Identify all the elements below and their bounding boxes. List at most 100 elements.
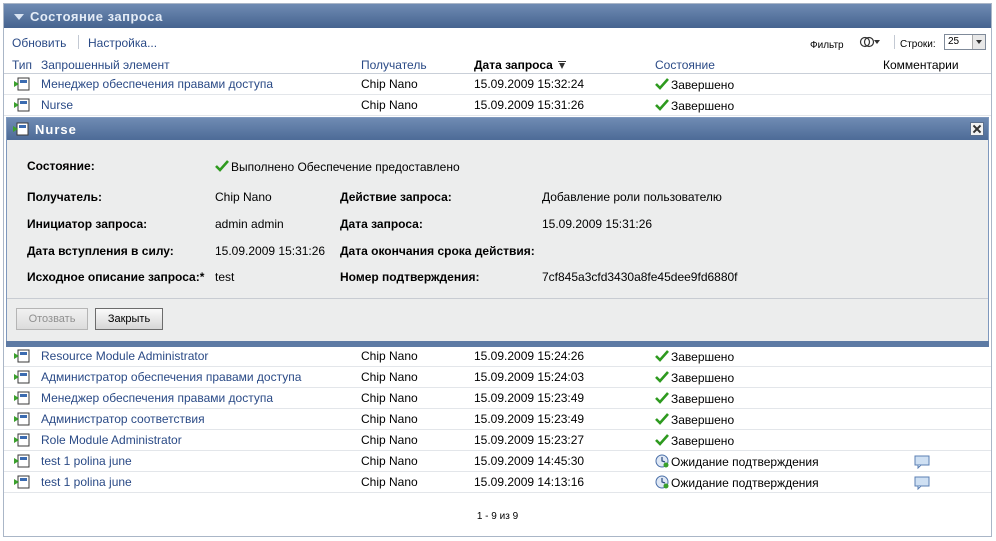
request-date-cell: 15.09.2009 15:23:49: [474, 412, 585, 426]
detail-description-label: Исходное описание запроса:*: [27, 270, 205, 284]
requested-item-link[interactable]: test 1 polina june: [41, 454, 132, 468]
detail-date-value: 15.09.2009 15:31:26: [542, 217, 653, 231]
request-status-panel: Состояние запроса Обновить Настройка... …: [3, 3, 992, 537]
check-icon: [655, 78, 669, 90]
refresh-link[interactable]: Обновить: [12, 36, 66, 50]
requested-item-link[interactable]: Менеджер обеспечения правами доступа: [41, 77, 273, 91]
request-date-cell: 15.09.2009 15:23:49: [474, 391, 585, 405]
status-text: Завершено: [671, 392, 735, 406]
recipient-cell: Chip Nano: [361, 370, 418, 384]
request-date-cell: 15.09.2009 14:45:30: [474, 454, 585, 468]
status-cell: Завершено: [655, 412, 734, 427]
comment-icon[interactable]: [914, 455, 930, 469]
status-cell: Завершено: [655, 370, 734, 385]
table-row: Администратор обеспечения правами доступ…: [4, 367, 991, 388]
recipient-cell: Chip Nano: [361, 349, 418, 363]
rows-label: Строки:: [900, 39, 936, 50]
detail-effective-value: 15.09.2009 15:31:26: [215, 244, 326, 258]
toolbar-divider: [894, 35, 895, 49]
requested-item-link[interactable]: Менеджер обеспечения правами доступа: [41, 391, 273, 405]
clock-icon: [655, 475, 669, 489]
close-icon[interactable]: [970, 122, 984, 136]
filter-icon[interactable]: [859, 35, 881, 49]
filter-label[interactable]: Фильтр: [810, 40, 844, 51]
close-button[interactable]: Закрыть: [95, 308, 163, 330]
detail-title: Nurse: [35, 121, 77, 137]
requested-item-link[interactable]: Nurse: [41, 98, 73, 112]
col-request-date[interactable]: Дата запроса: [474, 58, 566, 72]
settings-link[interactable]: Настройка...: [88, 36, 157, 50]
status-text: Ожидание подтверждения: [671, 455, 819, 469]
recipient-cell: Chip Nano: [361, 98, 418, 112]
request-date-cell: 15.09.2009 15:24:26: [474, 349, 585, 363]
check-icon: [655, 413, 669, 425]
request-date-cell: 15.09.2009 15:32:24: [474, 77, 585, 91]
request-date-cell: 15.09.2009 15:31:26: [474, 98, 585, 112]
panel-title: Состояние запроса: [30, 8, 163, 24]
requested-item-link[interactable]: Администратор соответствия: [41, 412, 205, 426]
col-comments: Комментарии: [883, 58, 959, 72]
requested-item-link[interactable]: Resource Module Administrator: [41, 349, 208, 363]
col-type[interactable]: Тип: [12, 58, 32, 72]
request-type-icon: [14, 433, 30, 447]
col-requested-item[interactable]: Запрошенный элемент: [41, 58, 170, 72]
request-date-cell: 15.09.2009 15:24:03: [474, 370, 585, 384]
status-text: Завершено: [671, 78, 735, 92]
check-icon: [655, 371, 669, 383]
pager: 1 - 9 из 9: [476, 511, 519, 522]
status-text: Завершено: [671, 99, 735, 113]
status-text: Завершено: [671, 434, 735, 448]
detail-initiator-label: Инициатор запроса:: [27, 217, 148, 231]
detail-status-value: Выполнено Обеспечение предоставлено: [215, 159, 460, 174]
table-row: Resource Module Administrator Chip Nano 15…: [4, 346, 991, 367]
status-cell: Завершено: [655, 349, 734, 364]
col-recipient[interactable]: Получатель: [361, 58, 427, 72]
request-detail-panel: Nurse Состояние: Выполнено Обеспечение п…: [6, 117, 989, 345]
requested-item-link[interactable]: Администратор обеспечения правами доступ…: [41, 370, 301, 384]
detail-confirmation-label: Номер подтверждения:: [340, 270, 480, 284]
col-request-date-label: Дата запроса: [474, 58, 553, 72]
check-icon: [655, 392, 669, 404]
requested-item-link[interactable]: Role Module Administrator: [41, 433, 182, 447]
detail-status-text: Выполнено Обеспечение предоставлено: [231, 160, 460, 174]
requested-item-link[interactable]: test 1 polina june: [41, 475, 132, 489]
status-cell: Ожидание подтверждения: [655, 475, 819, 490]
detail-recipient-value: Chip Nano: [215, 190, 272, 204]
request-type-icon: [14, 412, 30, 426]
recipient-cell: Chip Nano: [361, 454, 418, 468]
request-type-icon: [14, 454, 30, 468]
check-icon: [655, 350, 669, 362]
chevron-down-icon[interactable]: [972, 35, 985, 49]
recipient-cell: Chip Nano: [361, 391, 418, 405]
table-header: Тип Запрошенный элемент Получатель Дата …: [4, 56, 991, 74]
request-type-icon: [14, 370, 30, 384]
collapse-triangle-icon[interactable]: [14, 13, 24, 20]
detail-initiator-value: admin admin: [215, 217, 284, 231]
status-text: Завершено: [671, 371, 735, 385]
retract-button[interactable]: Отозвать: [16, 308, 88, 330]
request-date-cell: 15.09.2009 14:13:16: [474, 475, 585, 489]
toolbar: Обновить Настройка... Фильтр Строки: 25: [4, 30, 991, 54]
table-row: Role Module Administrator Chip Nano 15.09.…: [4, 430, 991, 451]
table-row: Nurse Chip Nano 15.09.2009 15:31:26 Заверше…: [4, 95, 991, 116]
status-cell: Завершено: [655, 391, 734, 406]
detail-effective-label: Дата вступления в силу:: [27, 244, 174, 258]
sort-descending-icon[interactable]: [557, 60, 566, 71]
request-type-icon: [14, 98, 30, 112]
col-status[interactable]: Состояние: [655, 58, 715, 72]
panel-header[interactable]: Состояние запроса: [4, 4, 991, 28]
detail-confirmation-value: 7cf845a3cfd3430a8fe45dee9fd6880f: [542, 270, 738, 284]
detail-action-label: Действие запроса:: [340, 190, 452, 204]
detail-expiry-label: Дата окончания срока действия:: [340, 244, 535, 258]
detail-date-label: Дата запроса:: [340, 217, 423, 231]
recipient-cell: Chip Nano: [361, 412, 418, 426]
detail-description-value: test: [215, 270, 235, 284]
detail-recipient-label: Получатель:: [27, 190, 102, 204]
detail-action-value: Добавление роли пользователю: [542, 190, 722, 204]
table-row: test 1 polina june Chip Nano 15.09.2009 14…: [4, 451, 991, 472]
status-cell: Ожидание подтверждения: [655, 454, 819, 469]
recipient-cell: Chip Nano: [361, 433, 418, 447]
rows-per-page-select[interactable]: 25: [944, 34, 986, 50]
comment-icon[interactable]: [914, 476, 930, 490]
status-cell: Завершено: [655, 77, 734, 92]
